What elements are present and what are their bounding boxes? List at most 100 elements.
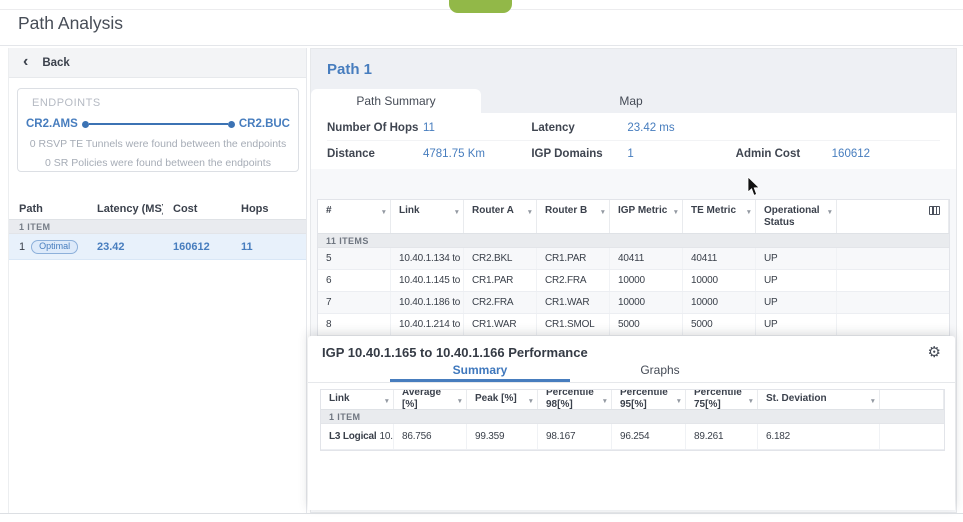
stat-empty xyxy=(735,115,940,141)
column-header-percentile-75[interactable]: Percentile 75[%] ▼ xyxy=(686,390,758,409)
hop-row[interactable]: 6 10.40.1.145 to 1... CR1.PAR CR2.FRA 10… xyxy=(318,270,949,292)
hop-te-metric: 5000 xyxy=(683,314,756,335)
endpoints-connection: CR2.AMS CR2.BUC xyxy=(26,118,290,130)
optimal-badge: Optimal xyxy=(31,239,79,254)
performance-panel: IGP 10.40.1.165 to 10.40.1.166 Performan… xyxy=(308,336,955,510)
column-header-hops[interactable]: Hops xyxy=(231,203,306,215)
path-summary-stats: Number Of Hops 11 Latency 23.42 ms Dista… xyxy=(311,113,956,169)
column-header-peak[interactable]: Peak [%] ▼ xyxy=(467,390,538,409)
path-number: 1 xyxy=(19,240,26,253)
path-row-selected[interactable]: 1 Optimal 23.42 160612 11 xyxy=(9,234,306,260)
column-label: Percentile 95[%] xyxy=(620,390,668,409)
column-header-operational-status[interactable]: Operational Status ▼ xyxy=(756,200,837,233)
column-header-index[interactable]: # ▼ xyxy=(318,200,391,233)
hop-link: 10.40.1.214 to 1... xyxy=(391,314,464,335)
hop-igp-metric: 10000 xyxy=(610,270,683,291)
column-menu-caret-icon[interactable]: ▼ xyxy=(870,396,876,408)
hop-router-b: CR1.SMOL xyxy=(537,314,610,335)
hop-te-metric: 10000 xyxy=(683,292,756,313)
paths-table-header: Path Latency (MS) Cost Hops xyxy=(9,198,306,220)
hop-row[interactable]: 8 10.40.1.214 to 1... CR1.WAR CR1.SMOL 5… xyxy=(318,314,949,336)
performance-row[interactable]: L3 Logical10.40.... 86.756 99.359 98.167… xyxy=(321,424,944,450)
link-rest: 10.40.... xyxy=(379,431,393,442)
column-menu-caret-icon[interactable]: ▼ xyxy=(748,396,754,408)
column-label: Link xyxy=(329,392,350,404)
hop-te-metric: 40411 xyxy=(683,248,756,269)
hop-row[interactable]: 5 10.40.1.134 to 1... CR2.BKL CR1.PAR 40… xyxy=(318,248,949,270)
column-header-st-deviation[interactable]: St. Deviation ▼ xyxy=(758,390,880,409)
column-header-router-b[interactable]: Router B ▼ xyxy=(537,200,610,233)
tab-graphs[interactable]: Graphs xyxy=(570,361,750,382)
header-filler xyxy=(837,200,949,233)
column-label: Percentile 75[%] xyxy=(694,390,742,409)
column-header-average[interactable]: Average [%] ▼ xyxy=(394,390,467,409)
column-header-latency[interactable]: Latency (MS) xyxy=(87,203,163,215)
hop-igp-metric: 40411 xyxy=(610,248,683,269)
title-divider xyxy=(0,45,963,46)
column-menu-caret-icon[interactable]: ▼ xyxy=(600,207,606,219)
column-header-path[interactable]: Path xyxy=(9,203,87,215)
tab-map[interactable]: Map xyxy=(481,89,781,113)
column-header-link[interactable]: Link ▼ xyxy=(391,200,464,233)
hop-te-metric: 10000 xyxy=(683,270,756,291)
gear-icon[interactable]: ⚙ xyxy=(928,345,941,360)
perf-peak: 99.359 xyxy=(467,424,538,449)
perf-link: L3 Logical10.40.... xyxy=(321,424,394,449)
column-menu-caret-icon[interactable]: ▼ xyxy=(527,207,533,219)
tab-summary[interactable]: Summary xyxy=(390,361,570,382)
column-header-link[interactable]: Link ▼ xyxy=(321,390,394,409)
perf-percentile-75: 89.261 xyxy=(686,424,758,449)
hop-index: 7 xyxy=(318,292,391,313)
column-header-percentile-95[interactable]: Percentile 95[%] ▼ xyxy=(612,390,686,409)
path-hops-cell: 11 xyxy=(241,240,253,253)
tab-path-summary[interactable]: Path Summary xyxy=(311,89,481,113)
column-menu-caret-icon[interactable]: ▼ xyxy=(457,396,463,408)
hop-row[interactable]: 7 10.40.1.186 to 1... CR2.FRA CR1.WAR 10… xyxy=(318,292,949,314)
hops-table: # ▼ Link ▼ Router A ▼ Router B ▼ IGP Metric ▼… xyxy=(317,199,950,336)
hop-index: 8 xyxy=(318,314,391,335)
stat-number-of-hops: Number Of Hops 11 xyxy=(327,115,532,141)
stat-value: 4781.75 Km xyxy=(423,148,486,160)
rsvp-tunnels-note: 0 RSVP TE Tunnels were found between the… xyxy=(29,138,287,150)
column-label: Average [%] xyxy=(402,390,442,409)
hop-igp-metric: 10000 xyxy=(610,292,683,313)
path-cost-cell: 160612 xyxy=(173,240,210,253)
column-menu-caret-icon[interactable]: ▼ xyxy=(673,207,679,219)
stat-value: 11 xyxy=(423,121,435,134)
performance-group-row: 1 ITEM xyxy=(321,410,944,424)
hop-index: 6 xyxy=(318,270,391,291)
column-menu-caret-icon[interactable]: ▼ xyxy=(746,207,752,219)
hops-group-row: 11 ITEMS xyxy=(318,234,949,248)
hop-router-b: CR1.PAR xyxy=(537,248,610,269)
back-button[interactable]: ‹ Back xyxy=(9,48,306,78)
hops-table-header: # ▼ Link ▼ Router A ▼ Router B ▼ IGP Metric ▼… xyxy=(318,200,949,234)
column-label: IGP Metric xyxy=(618,205,668,216)
column-header-router-a[interactable]: Router A ▼ xyxy=(464,200,537,233)
hop-status: UP xyxy=(756,292,837,313)
column-menu-caret-icon[interactable]: ▼ xyxy=(676,396,682,408)
column-chooser-icon[interactable] xyxy=(929,206,940,215)
endpoint-a-dot-icon xyxy=(81,120,89,128)
column-header-percentile-98[interactable]: Percentile 98[%] ▼ xyxy=(538,390,612,409)
hop-link: 10.40.1.186 to 1... xyxy=(391,292,464,313)
column-header-te-metric[interactable]: TE Metric ▼ xyxy=(683,200,756,233)
endpoint-b-dot-icon xyxy=(227,120,235,128)
column-label: TE Metric xyxy=(691,205,737,216)
hop-status: UP xyxy=(756,248,837,269)
column-menu-caret-icon[interactable]: ▼ xyxy=(528,396,534,408)
back-label: Back xyxy=(42,56,70,69)
column-header-cost[interactable]: Cost xyxy=(163,203,231,215)
hop-status: UP xyxy=(756,314,837,335)
performance-tabs: Summary Graphs xyxy=(308,361,955,383)
column-menu-caret-icon[interactable]: ▼ xyxy=(381,207,387,219)
column-menu-caret-icon[interactable]: ▼ xyxy=(384,396,390,408)
column-menu-caret-icon[interactable]: ▼ xyxy=(454,207,460,219)
left-panel: ‹ Back ENDPOINTS CR2.AMS CR2.BUC 0 RSVP … xyxy=(8,48,307,513)
column-menu-caret-icon[interactable]: ▼ xyxy=(827,207,833,219)
endpoint-a-label: CR2.AMS xyxy=(26,118,78,130)
column-header-igp-metric[interactable]: IGP Metric ▼ xyxy=(610,200,683,233)
stat-latency: Latency 23.42 ms xyxy=(531,115,736,141)
stat-label: Admin Cost xyxy=(735,148,801,160)
path-detail-tabs: Path Summary Map xyxy=(311,89,956,113)
column-menu-caret-icon[interactable]: ▼ xyxy=(602,396,608,408)
